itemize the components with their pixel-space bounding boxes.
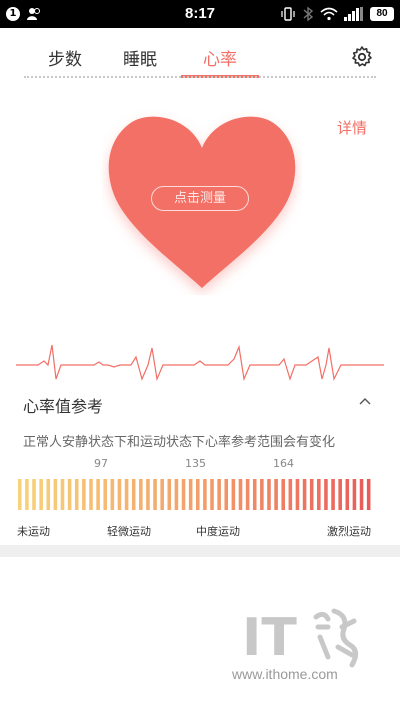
range-stripe	[331, 479, 335, 510]
range-stripe	[210, 479, 214, 510]
level-moderate: 中度运动	[196, 525, 240, 538]
chevron-up-icon[interactable]	[356, 393, 374, 411]
level-rest: 未运动	[17, 525, 50, 538]
range-stripe	[96, 479, 100, 510]
range-stripe	[146, 479, 150, 510]
range-stripe	[252, 479, 257, 510]
range-stripe	[67, 479, 72, 510]
range-stripe	[260, 479, 264, 510]
tab-steps[interactable]: 步数	[48, 45, 82, 70]
reference-title: 心率值参考	[23, 397, 104, 416]
vibrate-icon	[281, 7, 295, 21]
range-stripe	[53, 479, 58, 510]
tab-sleep[interactable]: 睡眠	[123, 45, 157, 70]
range-stripe	[110, 479, 115, 510]
range-stripe	[153, 479, 157, 510]
range-stripe	[203, 479, 207, 510]
range-stripe	[224, 479, 229, 510]
range-stripe	[25, 479, 29, 510]
range-stripe	[359, 479, 364, 510]
range-stripe	[82, 479, 86, 510]
range-stripe	[288, 479, 293, 510]
range-stripe	[217, 479, 221, 510]
range-stripe	[167, 479, 172, 510]
range-stripe	[32, 479, 36, 510]
range-stripe	[267, 479, 271, 510]
range-stripe	[188, 479, 193, 510]
reference-description: 正常人安静状态下和运动状态下心率参考范围会有变化	[23, 435, 336, 450]
battery-indicator: 80	[370, 7, 394, 21]
threshold-164: 164	[273, 457, 294, 470]
wifi-icon	[320, 7, 338, 21]
range-stripe	[238, 479, 243, 510]
level-light: 轻微运动	[107, 525, 151, 538]
range-stripe	[317, 479, 321, 510]
range-stripe	[352, 479, 357, 510]
tab-divider	[24, 76, 376, 78]
range-stripe	[274, 479, 278, 510]
range-stripe	[302, 479, 307, 510]
level-intense: 激烈运动	[327, 525, 371, 538]
range-stripe	[89, 479, 93, 510]
threshold-97: 97	[94, 457, 108, 470]
measure-button[interactable]: 点击测量	[151, 186, 249, 211]
range-stripe	[245, 479, 250, 510]
heart-rate-range-bar	[18, 479, 371, 510]
range-stripe	[39, 479, 43, 510]
section-divider	[0, 545, 400, 557]
threshold-135: 135	[185, 457, 206, 470]
range-stripe	[295, 479, 300, 510]
tab-bar: 步数 睡眠 心率	[0, 28, 400, 80]
range-stripe	[345, 479, 350, 510]
bluetooth-icon	[303, 6, 314, 22]
logo-letters: IT	[242, 608, 297, 668]
detail-link[interactable]: 详情	[337, 117, 367, 138]
range-stripe	[309, 479, 314, 510]
range-stripe	[103, 479, 107, 510]
status-bar: 1 8:17 80	[0, 0, 400, 28]
range-stripe	[46, 479, 51, 510]
range-stripe	[124, 479, 129, 510]
range-stripe	[231, 479, 236, 510]
watermark-url: www.ithome.com	[232, 666, 338, 682]
tab-heart-rate[interactable]: 心率	[203, 45, 237, 70]
range-stripe	[338, 479, 342, 510]
range-stripe	[18, 479, 22, 510]
range-stripe	[366, 479, 371, 510]
range-stripe	[131, 479, 136, 510]
range-stripe	[139, 479, 143, 510]
range-stripe	[174, 479, 179, 510]
range-stripe	[60, 479, 65, 510]
range-stripe	[281, 479, 285, 510]
range-stripe	[324, 479, 328, 510]
gear-icon[interactable]	[350, 45, 374, 69]
range-stripe	[74, 479, 79, 510]
ecg-waveform	[16, 344, 384, 382]
range-stripe	[196, 479, 200, 510]
range-stripe	[181, 479, 186, 510]
range-stripe	[117, 479, 122, 510]
signal-icon	[344, 7, 363, 21]
range-stripe	[160, 479, 164, 510]
